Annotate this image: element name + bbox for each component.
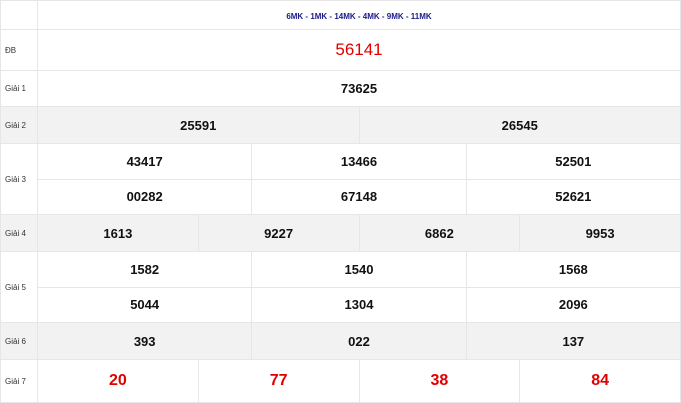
prize-number: 13466 [340,153,378,169]
prize-number: 77 [269,372,288,389]
prize-number: 52501 [555,153,592,169]
prize-number: 1613 [103,225,133,241]
prize-number: 43417 [126,153,163,169]
prize-number: 67148 [252,178,466,215]
prize-values: 56141 [37,29,681,71]
prize-number: 5044 [38,286,252,323]
header-label-cell [0,0,38,30]
prize-number: 6862 [424,225,454,241]
prize-row-2: Giải 2 25591 26545 [0,106,681,144]
prize-number: 1304 [252,286,466,323]
prize-number: 1568 [558,261,588,277]
prize-number: 1540 [344,261,374,277]
prize-row-3: Giải 3 43417 00282 13466 67148 52501 526… [0,143,681,215]
prize-label: Giải 5 [0,251,38,323]
prize-values: 1582 5044 1540 1304 1568 2096 [37,251,681,323]
prize-label: Giải 2 [0,106,38,144]
prize-row-4: Giải 4 1613 9227 6862 9953 [0,214,681,252]
prize-number: 00282 [38,178,252,215]
prize-number: 9953 [585,225,615,241]
header-row: 6MK - 1MK - 14MK - 4MK - 9MK - 11MK [0,0,681,30]
prize-values: 1613 9227 6862 9953 [37,214,681,252]
prize-number: 393 [133,333,156,349]
prize-values: 43417 00282 13466 67148 52501 52621 [37,143,681,215]
lottery-results-table: 6MK - 1MK - 14MK - 4MK - 9MK - 11MK ĐB 5… [0,0,681,403]
prize-row-1: Giải 1 73625 [0,70,681,107]
prize-number: 52621 [466,178,680,215]
prize-number: 2096 [466,286,680,323]
prize-values: 20 77 38 84 [37,359,681,403]
prize-row-6: Giải 6 393 022 137 [0,322,681,360]
prize-label: Giải 1 [0,70,38,107]
prize-number: 26545 [501,117,538,133]
prize-label: ĐB [0,29,38,71]
prize-number: 1582 [130,261,160,277]
header-codes: 6MK - 1MK - 14MK - 4MK - 9MK - 11MK [286,12,432,21]
prize-values: 73625 [37,70,681,107]
prize-values: 25591 26545 [37,106,681,144]
special-prize-number: 56141 [335,40,383,59]
prize-row-7: Giải 7 20 77 38 84 [0,359,681,403]
prize-row-5: Giải 5 1582 5044 1540 1304 1568 2096 [0,251,681,323]
prize-label: Giải 6 [0,322,38,360]
prize-number: 20 [108,372,127,389]
prize-number: 022 [348,333,370,349]
prize-row-special: ĐB 56141 [0,29,681,71]
prize-number: 38 [430,372,449,389]
prize-number: 137 [562,333,585,349]
prize-label: Giải 7 [0,359,38,403]
prize-label: Giải 4 [0,214,38,252]
prize-values: 393 022 137 [37,322,681,360]
prize-number: 9227 [264,225,294,241]
prize-number: 25591 [180,117,217,133]
header-codes-cell: 6MK - 1MK - 14MK - 4MK - 9MK - 11MK [37,0,681,30]
prize-number: 73625 [340,80,378,96]
prize-number: 84 [591,372,610,389]
prize-label: Giải 3 [0,143,38,215]
